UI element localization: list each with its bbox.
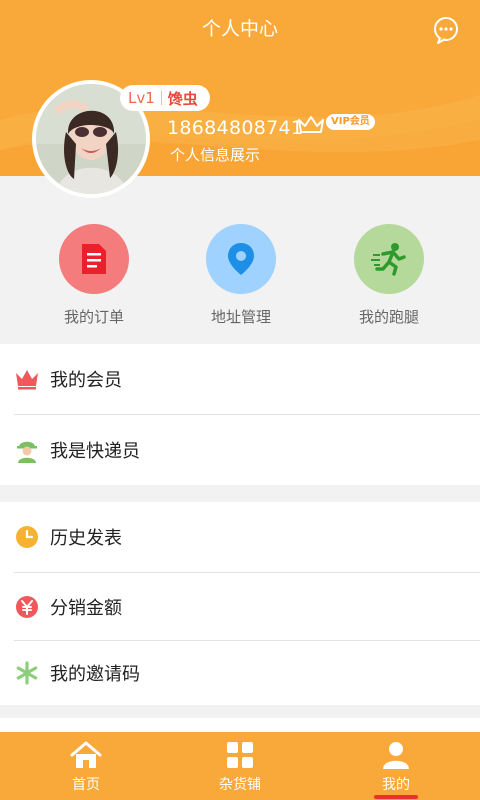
tab-home[interactable]: 首页 bbox=[6, 732, 166, 800]
list-item-label: 历史发表 bbox=[50, 528, 122, 549]
menu-group-membership: 我的会员 我是快递员 bbox=[0, 344, 480, 485]
list-item-label: 我的会员 bbox=[50, 370, 122, 391]
tab-grocery[interactable]: 杂货铺 bbox=[160, 732, 320, 800]
list-item-label: 我是快递员 bbox=[50, 441, 140, 462]
tab-mine[interactable]: 我的 bbox=[316, 732, 476, 800]
quick-item-label: 地址管理 bbox=[210, 308, 271, 326]
nickname: 馋虫 bbox=[167, 89, 198, 108]
tab-label: 首页 bbox=[72, 777, 100, 793]
asterisk-icon bbox=[14, 660, 40, 686]
menu-group-records: 历史发表 分销金额 我的邀请码 bbox=[0, 502, 480, 705]
vip-crown-icon bbox=[296, 114, 326, 136]
vip-badge: VIP会员 bbox=[326, 114, 375, 130]
list-item-courier[interactable]: 我是快递员 bbox=[0, 415, 480, 485]
quick-menu: 我的订单 地址管理 我的跑腿 bbox=[0, 176, 480, 344]
order-document-icon bbox=[59, 224, 129, 294]
person-icon bbox=[380, 740, 412, 770]
level-badge: Lv1 馋虫 bbox=[120, 85, 210, 111]
tab-label: 我的 bbox=[382, 777, 410, 793]
bottom-tab-bar: 首页 杂货铺 我的 bbox=[0, 732, 480, 800]
list-item-history[interactable]: 历史发表 bbox=[0, 502, 480, 572]
list-item-distribution[interactable]: 分销金额 bbox=[0, 573, 480, 640]
active-tab-indicator bbox=[374, 795, 418, 799]
list-item-invite-code[interactable]: 我的邀请码 bbox=[0, 641, 480, 705]
runner-icon bbox=[354, 224, 424, 294]
yuan-icon bbox=[14, 594, 40, 620]
quick-item-label: 我的订单 bbox=[63, 308, 124, 326]
courier-icon bbox=[14, 437, 40, 463]
tab-label: 杂货铺 bbox=[219, 777, 261, 793]
level-text: Lv1 bbox=[128, 89, 155, 107]
chat-bubble-icon[interactable] bbox=[432, 16, 460, 44]
grid-icon bbox=[224, 740, 256, 770]
quick-item-address[interactable]: 地址管理 bbox=[181, 224, 301, 327]
location-pin-icon bbox=[206, 224, 276, 294]
list-item-label: 我的邀请码 bbox=[50, 664, 140, 685]
list-item-membership[interactable]: 我的会员 bbox=[0, 344, 480, 414]
phone-number: 18684808741 bbox=[167, 117, 304, 139]
list-continuation bbox=[0, 718, 480, 732]
page-title: 个人中心 bbox=[201, 18, 278, 40]
app-root: 个人中心 Lv1 馋虫 18684808741 VIP会员 个人信息展示 我的订… bbox=[0, 0, 480, 800]
profile-info-link[interactable]: 个人信息展示 bbox=[170, 144, 260, 165]
level-separator bbox=[160, 91, 162, 105]
clock-icon bbox=[14, 524, 40, 550]
list-item-label: 分销金额 bbox=[50, 597, 122, 619]
quick-item-label: 我的跑腿 bbox=[358, 308, 419, 326]
quick-item-orders[interactable]: 我的订单 bbox=[34, 224, 154, 327]
crown-icon bbox=[14, 366, 40, 392]
home-icon bbox=[70, 740, 102, 770]
quick-item-errand[interactable]: 我的跑腿 bbox=[329, 224, 449, 327]
